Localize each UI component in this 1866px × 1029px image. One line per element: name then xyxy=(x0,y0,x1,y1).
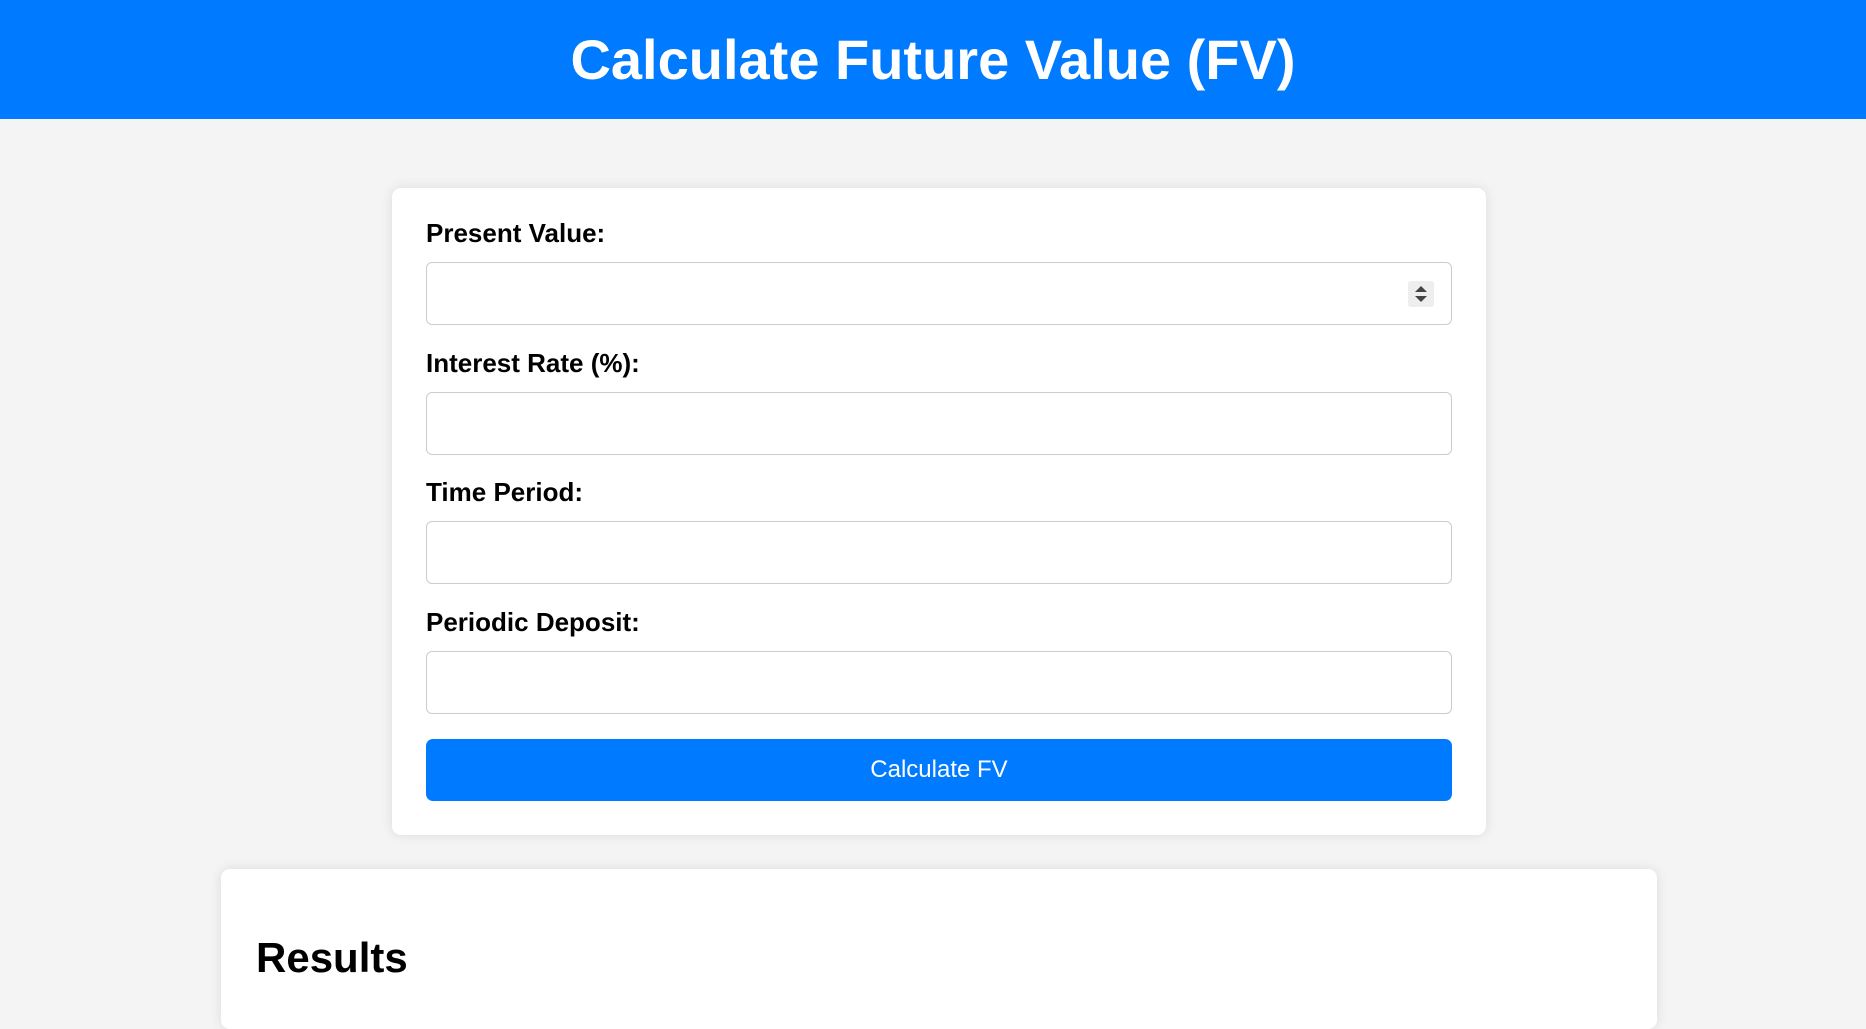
results-card: Results xyxy=(221,869,1657,1029)
present-value-label: Present Value: xyxy=(426,218,606,248)
interest-rate-label: Interest Rate (%): xyxy=(426,348,640,378)
number-spinner[interactable] xyxy=(1408,281,1434,307)
time-period-label: Time Period: xyxy=(426,477,584,507)
spinner-arrows-icon xyxy=(1415,286,1427,302)
periodic-deposit-input[interactable] xyxy=(426,651,1452,714)
calculate-fv-button[interactable]: Calculate FV xyxy=(426,739,1452,801)
results-title: Results xyxy=(256,934,408,981)
fv-form-card: Present Value: Interest Rate (%): Time P… xyxy=(392,188,1486,835)
page-header: Calculate Future Value (FV) xyxy=(0,0,1866,119)
interest-rate-input[interactable] xyxy=(426,392,1452,455)
time-period-input[interactable] xyxy=(426,521,1452,584)
present-value-input[interactable] xyxy=(426,262,1452,325)
page-title: Calculate Future Value (FV) xyxy=(570,27,1296,91)
periodic-deposit-label: Periodic Deposit: xyxy=(426,607,640,637)
